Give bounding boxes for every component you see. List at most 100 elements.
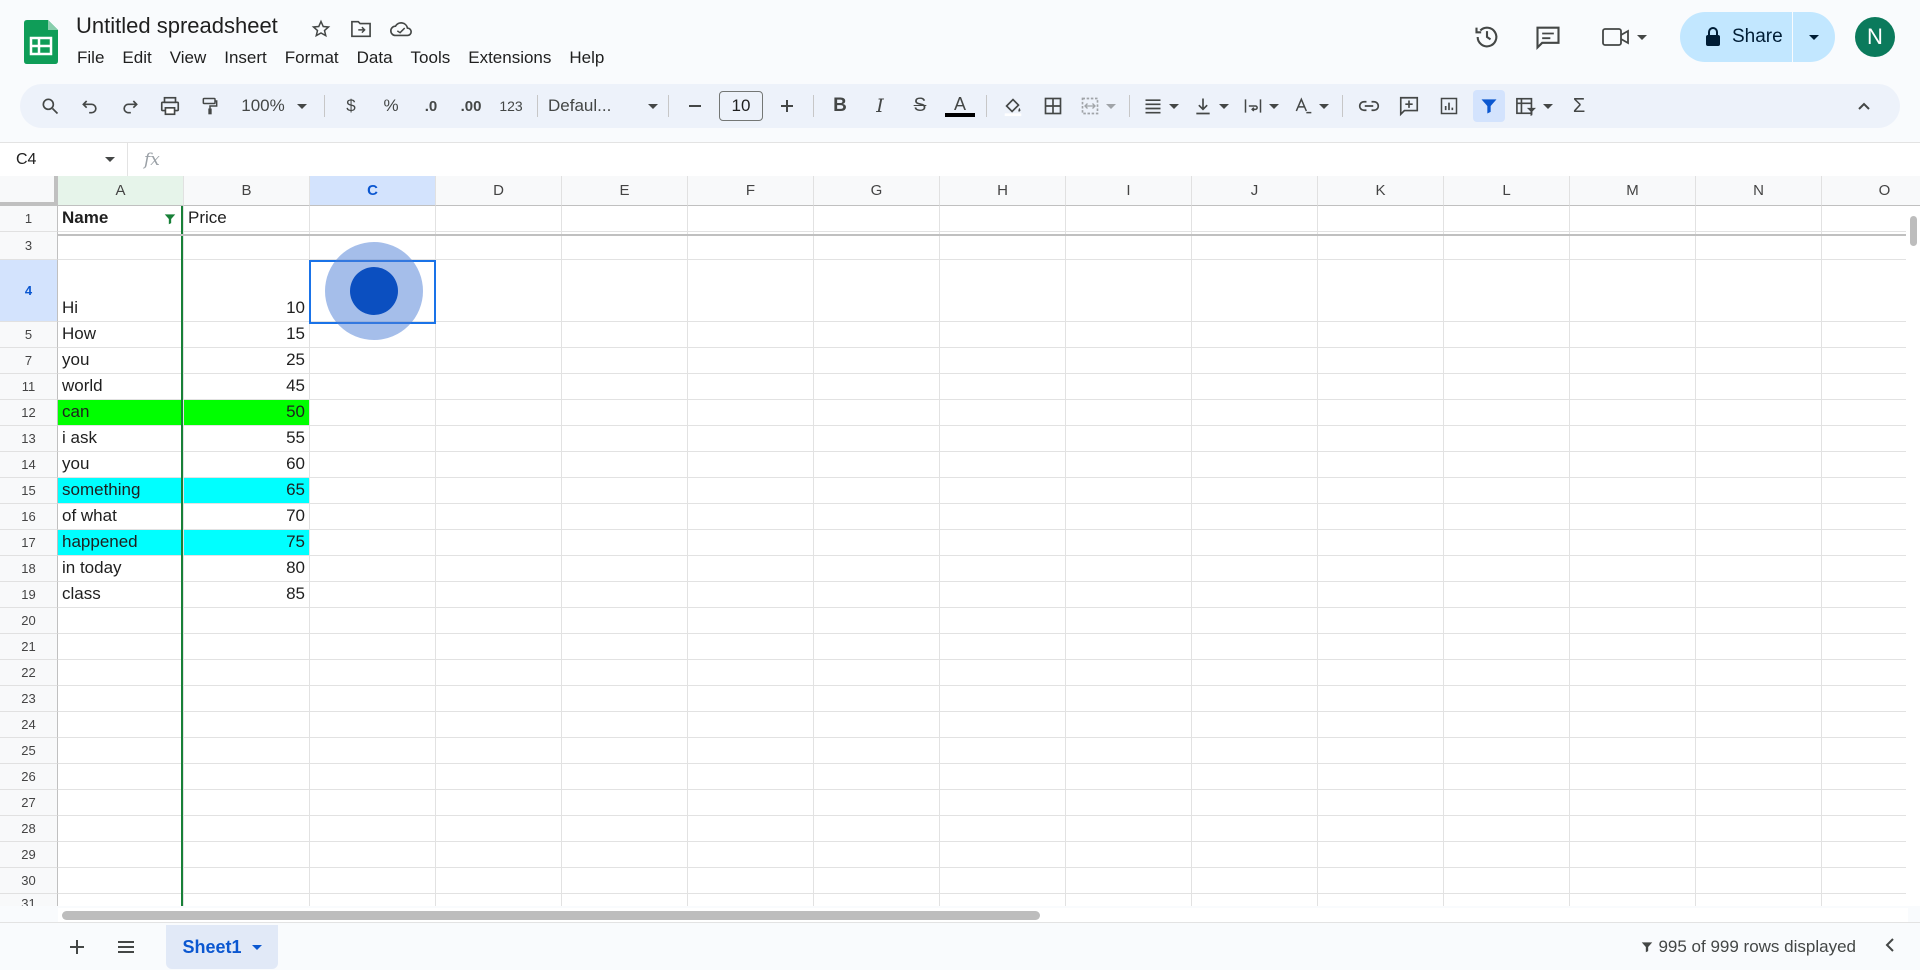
cell-m11[interactable] <box>1570 374 1696 399</box>
cell-k31[interactable] <box>1318 894 1444 906</box>
cell-j20[interactable] <box>1192 608 1318 633</box>
row-header-21[interactable]: 21 <box>0 634 58 660</box>
cell-i23[interactable] <box>1066 686 1192 711</box>
row-header-23[interactable]: 23 <box>0 686 58 712</box>
cell-n12[interactable] <box>1696 400 1822 425</box>
filter-icon[interactable] <box>1473 90 1505 122</box>
cell-a7[interactable]: you <box>58 348 184 373</box>
cell-h17[interactable] <box>940 530 1066 555</box>
cell-m4[interactable] <box>1570 260 1696 321</box>
cell-i13[interactable] <box>1066 426 1192 451</box>
star-icon[interactable] <box>308 16 334 42</box>
cell-a30[interactable] <box>58 868 184 893</box>
cell-m31[interactable] <box>1570 894 1696 906</box>
cell-f1[interactable] <box>688 206 814 231</box>
cell-g5[interactable] <box>814 322 940 347</box>
cell-l3[interactable] <box>1444 232 1570 259</box>
cell-n21[interactable] <box>1696 634 1822 659</box>
cell-n18[interactable] <box>1696 556 1822 581</box>
cell-i17[interactable] <box>1066 530 1192 555</box>
cell-d22[interactable] <box>436 660 562 685</box>
cell-i12[interactable] <box>1066 400 1192 425</box>
document-title[interactable]: Untitled spreadsheet <box>76 13 278 39</box>
insert-link-icon[interactable] <box>1353 90 1385 122</box>
cell-e13[interactable] <box>562 426 688 451</box>
cell-g31[interactable] <box>814 894 940 906</box>
menu-edit[interactable]: Edit <box>113 46 160 70</box>
cell-g18[interactable] <box>814 556 940 581</box>
cell-n15[interactable] <box>1696 478 1822 503</box>
cell-e24[interactable] <box>562 712 688 737</box>
cell-d11[interactable] <box>436 374 562 399</box>
cell-i16[interactable] <box>1066 504 1192 529</box>
cell-a22[interactable] <box>58 660 184 685</box>
cell-n23[interactable] <box>1696 686 1822 711</box>
cell-e5[interactable] <box>562 322 688 347</box>
cell-l20[interactable] <box>1444 608 1570 633</box>
cell-h23[interactable] <box>940 686 1066 711</box>
zoom-select[interactable]: 100% <box>234 90 314 122</box>
column-header-c[interactable]: C <box>310 176 436 206</box>
meet-icon[interactable] <box>1595 17 1653 57</box>
cell-g22[interactable] <box>814 660 940 685</box>
cell-h1[interactable] <box>940 206 1066 231</box>
cell-f22[interactable] <box>688 660 814 685</box>
cell-g21[interactable] <box>814 634 940 659</box>
cell-e12[interactable] <box>562 400 688 425</box>
cell-c11[interactable] <box>310 374 436 399</box>
cell-d12[interactable] <box>436 400 562 425</box>
cell-f31[interactable] <box>688 894 814 906</box>
cell-g11[interactable] <box>814 374 940 399</box>
strikethrough-button[interactable]: S <box>904 90 936 122</box>
cell-i11[interactable] <box>1066 374 1192 399</box>
cell-n16[interactable] <box>1696 504 1822 529</box>
merge-cells-icon[interactable] <box>1077 90 1119 122</box>
cell-n19[interactable] <box>1696 582 1822 607</box>
cell-e23[interactable] <box>562 686 688 711</box>
cell-b28[interactable] <box>184 816 310 841</box>
cell-e19[interactable] <box>562 582 688 607</box>
cell-c15[interactable] <box>310 478 436 503</box>
cell-j21[interactable] <box>1192 634 1318 659</box>
cell-f20[interactable] <box>688 608 814 633</box>
cell-b4[interactable]: 10 <box>184 260 310 321</box>
cell-b20[interactable] <box>184 608 310 633</box>
cell-n14[interactable] <box>1696 452 1822 477</box>
undo-icon[interactable] <box>74 90 106 122</box>
cell-f17[interactable] <box>688 530 814 555</box>
menu-extensions[interactable]: Extensions <box>459 46 560 70</box>
horizontal-scrollbar-thumb[interactable] <box>62 911 1040 920</box>
cell-c19[interactable] <box>310 582 436 607</box>
cell-k24[interactable] <box>1318 712 1444 737</box>
cell-l24[interactable] <box>1444 712 1570 737</box>
cell-n1[interactable] <box>1696 206 1822 231</box>
cell-l4[interactable] <box>1444 260 1570 321</box>
cell-c7[interactable] <box>310 348 436 373</box>
filter-status[interactable]: 995 of 999 rows displayed <box>1640 937 1856 957</box>
paint-format-icon[interactable] <box>194 90 226 122</box>
version-history-icon[interactable] <box>1467 17 1507 57</box>
font-size-increase-button[interactable] <box>771 90 803 122</box>
increase-decimal-button[interactable]: .00 <box>455 90 487 122</box>
cell-g13[interactable] <box>814 426 940 451</box>
cell-m24[interactable] <box>1570 712 1696 737</box>
font-size-decrease-button[interactable] <box>679 90 711 122</box>
cell-g27[interactable] <box>814 790 940 815</box>
cell-c31[interactable] <box>310 894 436 906</box>
cell-b7[interactable]: 25 <box>184 348 310 373</box>
cell-k23[interactable] <box>1318 686 1444 711</box>
row-header-26[interactable]: 26 <box>0 764 58 790</box>
cell-f11[interactable] <box>688 374 814 399</box>
cell-e18[interactable] <box>562 556 688 581</box>
cell-j4[interactable] <box>1192 260 1318 321</box>
cell-e14[interactable] <box>562 452 688 477</box>
cell-h12[interactable] <box>940 400 1066 425</box>
cell-g3[interactable] <box>814 232 940 259</box>
cell-f25[interactable] <box>688 738 814 763</box>
cell-f30[interactable] <box>688 868 814 893</box>
cell-k27[interactable] <box>1318 790 1444 815</box>
cell-l5[interactable] <box>1444 322 1570 347</box>
frozen-column-divider[interactable] <box>181 206 183 906</box>
cell-j29[interactable] <box>1192 842 1318 867</box>
fill-color-icon[interactable] <box>997 90 1029 122</box>
